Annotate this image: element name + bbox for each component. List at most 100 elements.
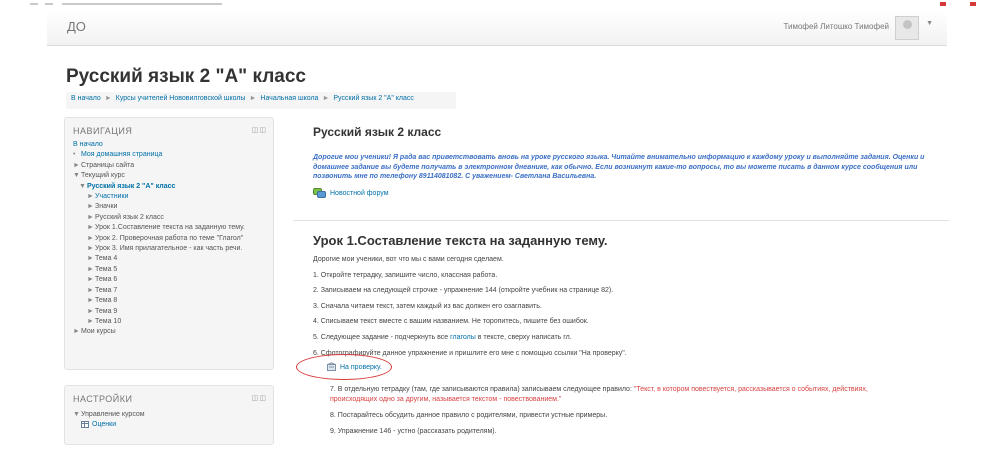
breadcrumb-home-link[interactable]: В начало [71,95,101,102]
expand-arrow-icon: ► [87,245,94,253]
expand-arrow-icon: ► [87,193,94,201]
top-strip-red-mark [970,2,976,6]
top-strip-red-mark [940,2,946,6]
navigation-block-dock-icon[interactable]: ◫◫ [252,126,267,134]
expand-arrow-icon: ► [87,307,94,315]
nav-item-label: Значки [95,203,118,211]
expand-arrow-icon: ► [87,297,94,305]
lesson-1-step-4: 4. Списываем текст вместе с вашим назван… [313,318,589,326]
nav-item-topic-10[interactable]: ►Тема 10 [73,317,245,327]
browser-top-strip [0,0,1000,10]
lesson-1-steps: Дорогие мои ученики, вот что мы с вами с… [313,256,953,365]
nav-item-label: Моя домашняя страница [81,151,163,159]
nav-item-topic-4[interactable]: ►Тема 4 [73,254,245,264]
verbs-glossary-link[interactable]: глаголы [450,334,476,341]
nav-item-label: Тема 4 [95,255,118,263]
lesson-1-title: Урок 1.Составление текста на заданную те… [313,233,608,248]
bullet-icon: • [73,151,76,159]
site-brand-link[interactable]: ДО [67,19,86,34]
lesson-1-step-5: 5. Следующее задание - подчеркнуть все г… [313,334,953,350]
settings-item-grades[interactable]: Оценки [73,420,145,430]
settings-item-course-admin[interactable]: ▼Управление курсом [73,410,145,420]
breadcrumb-course-link[interactable]: Русский язык 2 "А" класс [333,95,414,102]
nav-item-topic-9[interactable]: ►Тема 9 [73,307,245,317]
nav-item-label: Тема 10 [95,317,122,325]
expand-arrow-icon: ► [87,265,94,273]
breadcrumb-courses-link[interactable]: Курсы учителей Нововилговской школы [116,95,246,102]
top-strip-dash [30,3,38,5]
collapse-arrow-icon: ▼ [73,411,80,418]
lesson-1-step-6: 6. Сфотографируйте данное упражнение и п… [313,349,627,357]
nav-item-badges[interactable]: ►Значки [73,202,245,212]
step-7-text: 7. В отдельную тетрадку (там, где записы… [330,386,632,393]
submit-assignment-link[interactable]: На проверку. [326,362,382,372]
collapse-arrow-icon: ▼ [73,172,80,180]
nav-home-link[interactable]: В начало [73,141,103,148]
course-section-lesson-1: Урок 1.Составление текста на заданную те… [313,233,953,365]
user-menu-caret-icon[interactable]: ▼ [926,20,933,27]
page-title: Русский язык 2 "А" класс [66,66,306,87]
lesson-1-intro: Дорогие мои ученики, вот что мы с вами с… [313,256,504,263]
nav-item-label: Тема 5 [95,265,118,273]
lesson-1-steps-continued: 7. В отдельную тетрадку (там, где записы… [330,385,945,437]
breadcrumb-separator-icon: ► [249,95,257,102]
news-forum-link[interactable]: Новостной форум [313,188,389,198]
breadcrumb-separator-icon: ► [322,95,330,102]
nav-item-label: Текущий курс [81,172,125,180]
course-section-0: Русский язык 2 класс Дорогие мои ученики… [313,125,953,198]
nav-item-topic-7[interactable]: ►Тема 7 [73,286,245,296]
forum-icon [313,188,326,198]
nav-item-topic-6[interactable]: ►Тема 6 [73,275,245,285]
breadcrumb-separator-icon: ► [104,95,112,102]
top-strip-dash [45,3,53,5]
expand-arrow-icon: ► [73,328,80,336]
nav-item-topic-8[interactable]: ►Тема 8 [73,296,245,306]
nav-item-lesson-3[interactable]: ►Урок 3. Имя прилагательное - как часть … [73,244,245,254]
expand-arrow-icon: ► [87,317,94,325]
step-7-rule-text-cont: происходящих одно за другим, называется … [330,396,562,403]
nav-item-topic-5[interactable]: ►Тема 5 [73,265,245,275]
nav-item-lesson-2[interactable]: ►Урок 2. Проверочная работа по теме "Гла… [73,234,245,244]
settings-item-label: Оценки [92,421,117,429]
nav-item-site-pages[interactable]: ►Страницы сайта [73,161,245,171]
step-7-rule-text: "Текст, в котором повествуется, рассказы… [633,386,868,393]
nav-item-my-courses[interactable]: ►Мои курсы [73,327,245,337]
nav-item-label: Тема 7 [95,286,118,294]
expand-arrow-icon: ► [87,286,94,294]
nav-item-label: Тема 8 [95,297,118,305]
nav-item-participants[interactable]: ►Участники [73,192,245,202]
section-0-title: Русский язык 2 класс [313,125,442,139]
breadcrumb-school-link[interactable]: Начальная школа [260,95,318,102]
breadcrumb: В начало ► Курсы учителей Нововилговской ш… [66,92,456,109]
settings-block-title: НАСТРОЙКИ [73,394,133,404]
expand-arrow-icon: ► [87,224,94,232]
nav-item-dashboard[interactable]: • Моя домашняя страница [73,150,245,160]
site-navbar: ДО Тимофей Литошко Тимофей ▼ [47,10,947,46]
nav-item-label: Страницы сайта [81,161,135,169]
nav-item-label: Мои курсы [81,328,116,336]
nav-item-lesson-1[interactable]: ►Урок 1.Составление текста на заданную т… [73,223,245,233]
submit-assignment-label: На проверку. [340,363,382,371]
nav-item-label: Урок 3. Имя прилагательное - как часть р… [95,245,243,253]
step-5-text-end: в тексте, сверху написать гл. [475,333,572,341]
news-forum-label: Новостной форум [330,189,389,197]
lesson-1-step-7: 7. В отдельную тетрадку (там, где записы… [330,385,945,395]
nav-item-course[interactable]: ▼Русский язык 2 "А" класс [73,182,245,192]
expand-arrow-icon: ► [87,255,94,263]
nav-item-current-course[interactable]: ▼Текущий курс [73,171,245,181]
nav-item-section-0[interactable]: ►Русский язык 2 класс [73,213,245,223]
expand-arrow-icon: ► [87,203,94,211]
settings-item-label: Управление курсом [81,411,145,418]
settings-tree: ▼Управление курсом Оценки [73,410,145,431]
section-0-welcome-text: Дорогие мои ученики! Я рада вас приветст… [313,154,925,180]
lesson-1-step-1: 1. Откройте тетрадку, запишите число, кл… [313,271,498,279]
lesson-1-step-3: 3. Сначала читаем текст, затем каждый из… [313,302,542,310]
grades-table-icon [81,421,89,429]
user-avatar-icon[interactable] [895,16,919,40]
user-name-link[interactable]: Тимофей Литошко Тимофей [783,22,889,31]
lesson-1-step-8: 8. Постарайтесь обсудить данное правило … [330,412,608,419]
lesson-1-step-2: 2. Записываем на следующей строчке - упр… [313,287,614,295]
settings-block-dock-icon[interactable]: ◫◫ [252,394,267,402]
step-5-text: 5. Следующее задание - подчеркнуть все [313,333,451,341]
expand-arrow-icon: ► [87,234,94,242]
